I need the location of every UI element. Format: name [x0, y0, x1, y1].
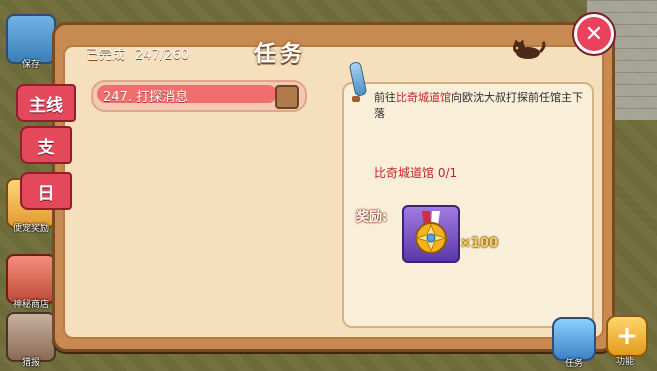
close-icon: ✕ [584, 21, 604, 47]
close-button[interactable]: ✕ [574, 14, 614, 54]
panel-title: 任务 [253, 42, 307, 67]
completed-label: 已完成 [86, 48, 126, 63]
tab-main[interactable]: 主线 [16, 84, 76, 122]
cat-decoration-icon [513, 40, 546, 59]
plus-icon: + [616, 321, 638, 351]
reward-quantity: ×100 [460, 236, 499, 251]
completed-value: 247/260 [135, 48, 190, 63]
pet-reward-label: 便宠奖励 [12, 224, 49, 234]
tab-side[interactable]: 支 [20, 126, 72, 164]
news-button[interactable]: 猎报 [6, 312, 56, 368]
quest-desc-pre: 前往 [374, 91, 396, 104]
tab-daily[interactable]: 日 [20, 172, 72, 210]
reward-item-slot[interactable] [402, 205, 460, 263]
bullet-icon [352, 96, 360, 102]
save-label: 保存 [21, 60, 40, 70]
mystery-shop-button[interactable]: 神秘商店 [6, 254, 56, 310]
quest-description: 前往比奇城道馆向欧沈大叔打探前任馆主下落 [374, 90, 584, 122]
mystery-shop-label: 神秘商店 [12, 300, 49, 310]
function-button[interactable]: + [606, 315, 648, 357]
quest-progress: 比奇城道馆 0/1 [374, 166, 458, 180]
quest-desc-location: 比奇城道馆 [396, 91, 451, 104]
save-button[interactable]: 保存 [6, 14, 56, 70]
quest-button-label: 任务 [564, 359, 583, 369]
quest-button[interactable]: 任务 [552, 317, 596, 369]
reward-label: 奖励: [356, 210, 388, 225]
function-button-label: 功能 [615, 357, 634, 367]
medal-icon [414, 211, 448, 254]
quest-list-item[interactable]: 247. 打探消息 [91, 80, 307, 112]
quest-status-box [275, 85, 299, 109]
news-label: 猎报 [21, 358, 40, 368]
quest-list-item-label: 247. 打探消息 [103, 90, 189, 105]
completed-count: 已完成 247/260 [80, 44, 189, 63]
